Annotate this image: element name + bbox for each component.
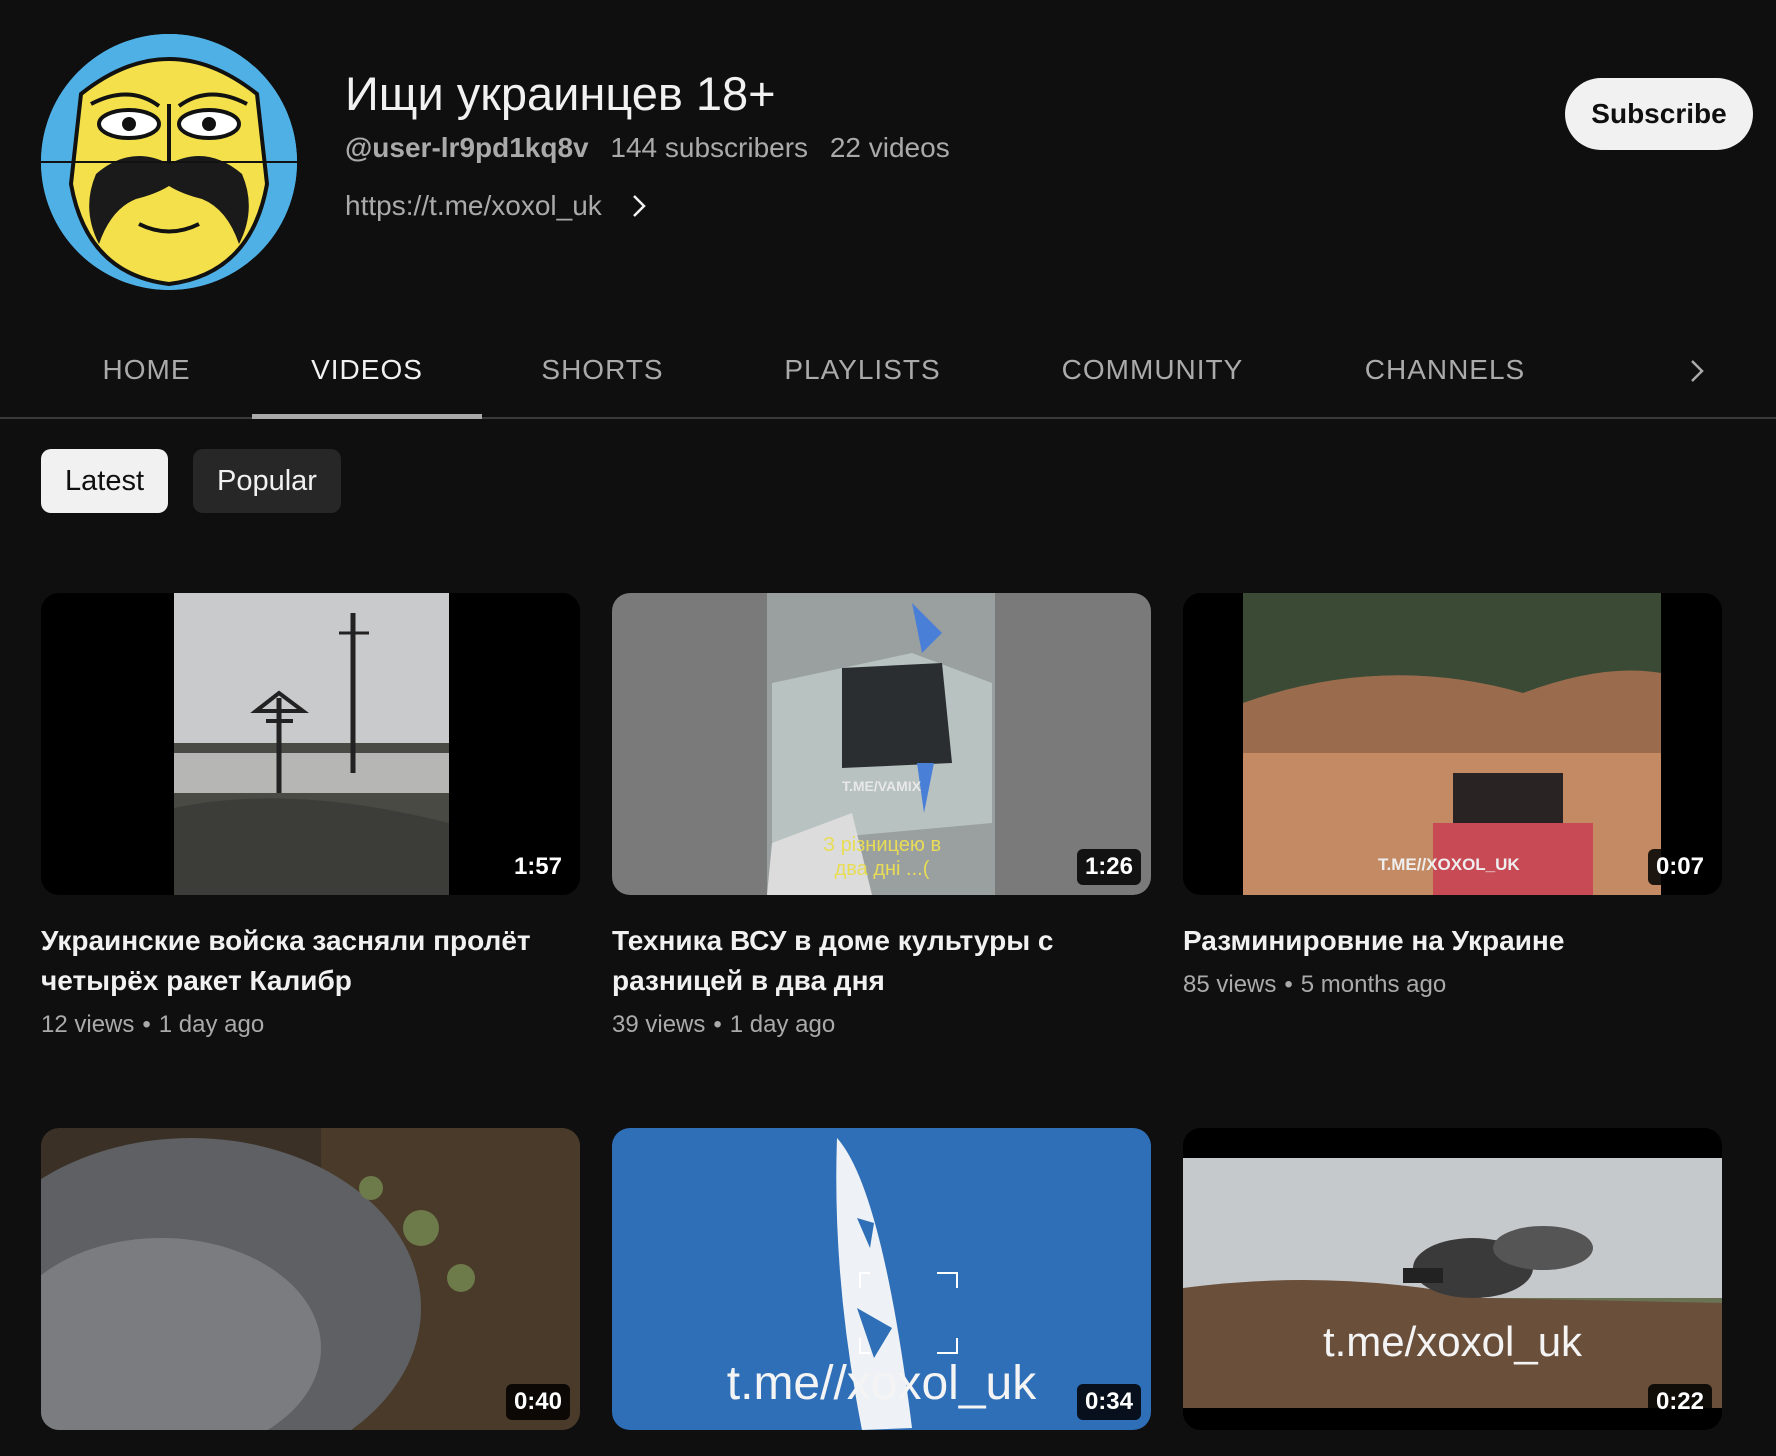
tab-community[interactable]: COMMUNITY — [1050, 322, 1255, 417]
video-card[interactable]: T.ME//XOXOL_UK 0:07 Разминировние на Укр… — [1183, 593, 1722, 999]
video-meta: 85 views • 5 months ago — [1183, 971, 1722, 999]
channel-tabs: HOME VIDEOS SHORTS PLAYLISTS COMMUNITY C… — [0, 322, 1776, 419]
channel-info: Ищи украинцев 18+ @user-lr9pd1kq8v 144 s… — [345, 64, 964, 222]
thumbnail-watermark: t.me/xoxol_uk — [1322, 1318, 1583, 1365]
meta-separator: • — [1284, 971, 1293, 998]
tab-home[interactable]: HOME — [79, 322, 214, 417]
video-thumbnail[interactable]: t.me/xoxol_uk 0:22 — [1183, 1128, 1722, 1430]
video-card[interactable]: t.me//xoxol_uk 0:34 — [612, 1128, 1151, 1430]
chevron-right-icon[interactable] — [624, 191, 654, 221]
tab-videos[interactable]: VIDEOS — [252, 322, 482, 419]
video-title[interactable]: Разминировние на Украине — [1183, 921, 1722, 961]
video-duration: 0:40 — [505, 1384, 570, 1420]
video-card[interactable]: 0:40 — [41, 1128, 580, 1430]
video-duration: 1:57 — [505, 849, 570, 885]
tab-shorts[interactable]: SHORTS — [530, 322, 675, 417]
channel-avatar[interactable] — [41, 34, 297, 290]
thumbnail-caption: З різницею в два дні ...( — [822, 834, 942, 880]
channel-title: Ищи украинцев 18+ — [345, 67, 776, 120]
video-duration: 0:22 — [1647, 1384, 1712, 1420]
video-duration: 0:34 — [1076, 1384, 1141, 1420]
video-thumbnail[interactable]: T.ME//XOXOL_UK 0:07 — [1183, 593, 1722, 895]
subscriber-count: 144 subscribers — [610, 132, 809, 163]
video-title[interactable]: Техника ВСУ в доме культуры с разницей в… — [612, 921, 1151, 1001]
thumbnail-image — [41, 1128, 580, 1430]
thumbnail-image — [41, 593, 580, 895]
channel-handle: @user-lr9pd1kq8v — [345, 132, 589, 163]
video-card[interactable]: t.me/xoxol_uk 0:22 — [1183, 1128, 1722, 1430]
video-thumbnail[interactable]: t.me//xoxol_uk 0:34 — [612, 1128, 1151, 1430]
chip-popular[interactable]: Popular — [193, 449, 341, 513]
avatar-image — [41, 34, 297, 290]
chevron-right-icon[interactable] — [1682, 356, 1712, 386]
channel-meta: @user-lr9pd1kq8v 144 subscribers 22 vide… — [345, 132, 964, 164]
video-count: 22 videos — [829, 132, 950, 163]
video-duration: 0:07 — [1647, 849, 1712, 885]
video-age: 5 months ago — [1300, 971, 1447, 998]
tab-channels[interactable]: CHANNELS — [1350, 322, 1540, 417]
thumbnail-image — [1183, 1128, 1722, 1430]
thumbnail-watermark: T.ME//XOXOL_UK — [1378, 855, 1520, 874]
channel-link-row[interactable]: https://t.me/xoxol_uk — [345, 190, 964, 222]
subscribe-button[interactable]: Subscribe — [1565, 78, 1753, 150]
meta-separator: • — [713, 1011, 722, 1038]
video-title[interactable]: Украинские войска засняли пролёт четырёх… — [41, 921, 580, 1001]
video-views: 39 views — [612, 1011, 706, 1038]
thumbnail-image — [1183, 593, 1722, 895]
video-meta: 39 views • 1 day ago — [612, 1011, 1151, 1039]
chip-latest[interactable]: Latest — [41, 449, 168, 513]
video-views: 12 views — [41, 1011, 135, 1038]
thumbnail-watermark: t.me//xoxol_uk — [726, 1357, 1037, 1410]
video-age: 1 day ago — [158, 1011, 265, 1038]
video-meta: 12 views • 1 day ago — [41, 1011, 580, 1039]
video-thumbnail[interactable]: 1:57 — [41, 593, 580, 895]
video-thumbnail[interactable]: T.ME/VAMIX З різницею в два дні ...( 1:2… — [612, 593, 1151, 895]
tab-playlists[interactable]: PLAYLISTS — [770, 322, 955, 417]
video-thumbnail[interactable]: 0:40 — [41, 1128, 580, 1430]
thumbnail-watermark: T.ME/VAMIX — [841, 778, 922, 794]
channel-link[interactable]: https://t.me/xoxol_uk — [345, 190, 602, 222]
video-views: 85 views — [1183, 971, 1277, 998]
video-duration: 1:26 — [1076, 849, 1141, 885]
video-card[interactable]: 1:57 Украинские войска засняли пролёт че… — [41, 593, 580, 1039]
video-card[interactable]: T.ME/VAMIX З різницею в два дні ...( 1:2… — [612, 593, 1151, 1039]
meta-separator: • — [142, 1011, 151, 1038]
video-age: 1 day ago — [729, 1011, 836, 1038]
